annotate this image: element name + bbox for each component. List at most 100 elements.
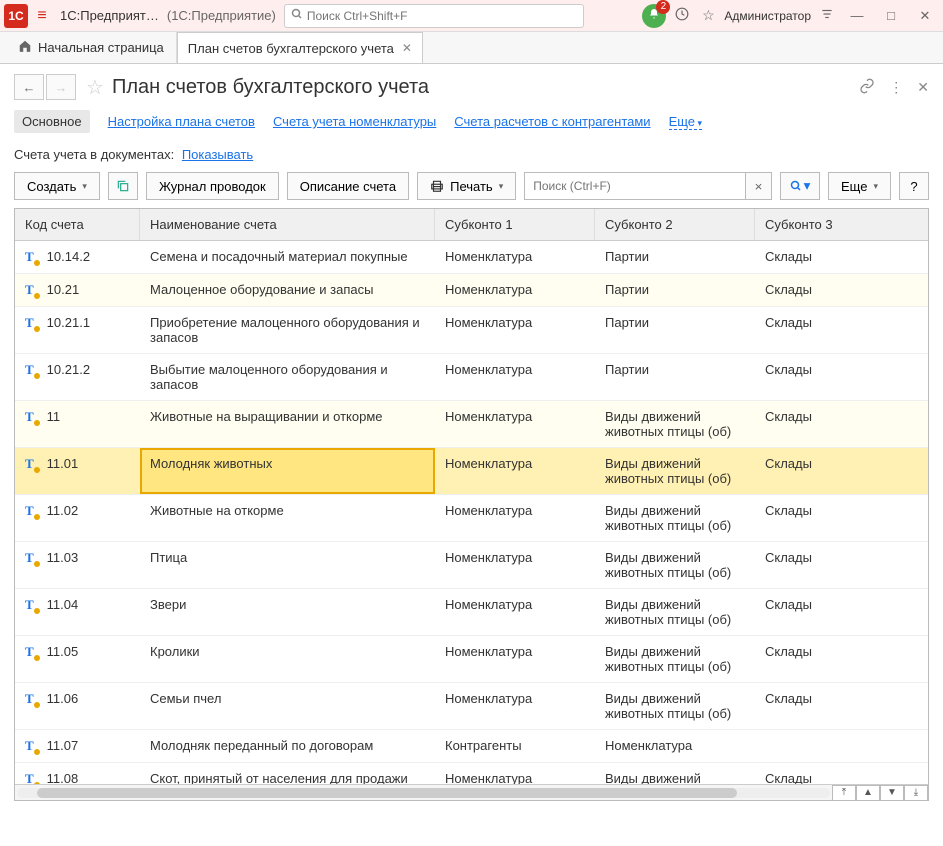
- nav-counterparty-accounts[interactable]: Счета расчетов с контрагентами: [454, 114, 650, 129]
- window-minimize-button[interactable]: —: [843, 2, 871, 30]
- copy-button[interactable]: [108, 172, 138, 200]
- table-row[interactable]: Т11.05КроликиНоменклатураВиды движений ж…: [15, 636, 928, 683]
- cell-sub2: Партии: [595, 241, 755, 273]
- th-sub2[interactable]: Субконто 2: [595, 209, 755, 240]
- row-first-button[interactable]: ⤒: [832, 785, 856, 801]
- table-row[interactable]: Т11.01Молодняк животныхНоменклатураВиды …: [15, 448, 928, 495]
- titlebar: 1C ≡ 1С:Предприят… (1С:Предприятие) 2 ☆ …: [0, 0, 943, 32]
- help-button[interactable]: ?: [899, 172, 929, 200]
- cell-sub1: Номенклатура: [435, 763, 595, 784]
- cell-sub2: Партии: [595, 354, 755, 400]
- table-row[interactable]: Т11Животные на выращивании и откормеНоме…: [15, 401, 928, 448]
- table-row[interactable]: Т11.03ПтицаНоменклатураВиды движений жив…: [15, 542, 928, 589]
- settings-panel-icon[interactable]: [817, 7, 837, 24]
- account-icon: Т: [25, 282, 34, 298]
- account-icon: Т: [25, 362, 34, 378]
- account-icon: Т: [25, 550, 34, 566]
- cell-name: Приобретение малоценного оборудования и …: [140, 307, 435, 353]
- account-icon: Т: [25, 597, 34, 613]
- cell-sub2: Виды движений животных птицы (об): [595, 495, 755, 541]
- table-row[interactable]: Т11.08Скот, принятый от населения для пр…: [15, 763, 928, 784]
- nav-back-button[interactable]: ←: [14, 74, 44, 100]
- user-label[interactable]: Администратор: [724, 9, 811, 23]
- table-row[interactable]: Т10.21.2Выбытие малоценного оборудования…: [15, 354, 928, 401]
- search-go-button[interactable]: ▾: [780, 172, 820, 200]
- cell-code: 11.01: [47, 456, 79, 471]
- cell-sub2: Виды движений животных птицы (об): [595, 763, 755, 784]
- th-sub1[interactable]: Субконто 1: [435, 209, 595, 240]
- logo-1c: 1C: [4, 4, 28, 28]
- tab-active[interactable]: План счетов бухгалтерского учета ✕: [177, 32, 423, 63]
- cell-name: Малоценное оборудование и запасы: [140, 274, 435, 306]
- table-search-input[interactable]: [524, 172, 746, 200]
- cell-sub3: Склады: [755, 683, 928, 729]
- nav-more[interactable]: Еще: [669, 114, 702, 130]
- cell-sub3: Склады: [755, 589, 928, 635]
- search-clear-button[interactable]: ×: [746, 172, 772, 200]
- more-button[interactable]: Еще▾: [828, 172, 891, 200]
- th-code[interactable]: Код счета: [15, 209, 140, 240]
- describe-button[interactable]: Описание счета: [287, 172, 409, 200]
- close-icon[interactable]: ✕: [402, 41, 412, 55]
- account-icon: Т: [25, 644, 34, 660]
- favorite-icon[interactable]: ☆: [698, 7, 718, 24]
- cell-sub1: Номенклатура: [435, 495, 595, 541]
- global-search-input[interactable]: [307, 9, 577, 23]
- cell-code: 11.06: [47, 691, 79, 706]
- cell-sub1: Номенклатура: [435, 307, 595, 353]
- cell-sub3: Склады: [755, 636, 928, 682]
- print-button[interactable]: Печать▾: [417, 172, 516, 200]
- table-row[interactable]: Т10.14.2Семена и посадочный материал пок…: [15, 241, 928, 274]
- account-icon: Т: [25, 691, 34, 707]
- tab-label: План счетов бухгалтерского учета: [188, 41, 394, 56]
- cell-sub2: Виды движений животных птицы (об): [595, 542, 755, 588]
- create-button[interactable]: Создать▾: [14, 172, 100, 200]
- filter-show-link[interactable]: Показывать: [182, 147, 253, 162]
- tabbar: Начальная страница План счетов бухгалтер…: [0, 32, 943, 64]
- cell-sub3: Склады: [755, 495, 928, 541]
- filter-row: Счета учета в документах: Показывать: [0, 143, 943, 172]
- cell-code: 10.14.2: [47, 249, 90, 264]
- row-last-button[interactable]: ⤓: [904, 785, 928, 801]
- table-row[interactable]: Т11.07Молодняк переданный по договорамКо…: [15, 730, 928, 763]
- row-up-button[interactable]: ▲: [856, 785, 880, 801]
- cell-sub1: Номенклатура: [435, 636, 595, 682]
- cell-code: 11: [47, 409, 61, 424]
- nav-nomenclature-accounts[interactable]: Счета учета номенклатуры: [273, 114, 436, 129]
- window-maximize-button[interactable]: □: [877, 2, 905, 30]
- nav-forward-button[interactable]: →: [46, 74, 76, 100]
- home-tab[interactable]: Начальная страница: [6, 32, 177, 63]
- cell-code: 11.05: [47, 644, 79, 659]
- row-down-button[interactable]: ▼: [880, 785, 904, 801]
- cell-sub1: Номенклатура: [435, 542, 595, 588]
- notifications-button[interactable]: 2: [642, 4, 666, 28]
- nav-main[interactable]: Основное: [14, 110, 90, 133]
- window-close-button[interactable]: ✕: [911, 2, 939, 30]
- th-name[interactable]: Наименование счета: [140, 209, 435, 240]
- th-sub3[interactable]: Субконто 3: [755, 209, 928, 240]
- table-row[interactable]: Т10.21Малоценное оборудование и запасыНо…: [15, 274, 928, 307]
- page-close-button[interactable]: ✕: [917, 79, 929, 96]
- cell-sub3: Склады: [755, 401, 928, 447]
- star-icon[interactable]: ☆: [86, 75, 104, 100]
- cell-sub3: Склады: [755, 354, 928, 400]
- journal-button[interactable]: Журнал проводок: [146, 172, 279, 200]
- history-icon[interactable]: [672, 7, 692, 24]
- table-row[interactable]: Т11.04ЗвериНоменклатураВиды движений жив…: [15, 589, 928, 636]
- hamburger-icon[interactable]: ≡: [32, 7, 52, 25]
- table-row[interactable]: Т11.06Семьи пчелНоменклатураВиды движени…: [15, 683, 928, 730]
- table-row[interactable]: Т11.02Животные на откормеНоменклатураВид…: [15, 495, 928, 542]
- cell-sub1: Номенклатура: [435, 589, 595, 635]
- table-row[interactable]: Т10.21.1Приобретение малоценного оборудо…: [15, 307, 928, 354]
- kebab-icon[interactable]: ⋮: [889, 79, 903, 96]
- app-title: 1С:Предприят…: [60, 8, 159, 23]
- cell-name: Молодняк переданный по договорам: [140, 730, 435, 762]
- cell-sub1: Номенклатура: [435, 274, 595, 306]
- nav-plan-settings[interactable]: Настройка плана счетов: [108, 114, 255, 129]
- link-icon[interactable]: [859, 78, 875, 97]
- home-icon: [18, 39, 32, 56]
- cell-sub3: Склады: [755, 274, 928, 306]
- h-scrollbar[interactable]: [17, 788, 830, 798]
- cell-sub1: Контрагенты: [435, 730, 595, 762]
- cell-sub1: Номенклатура: [435, 354, 595, 400]
